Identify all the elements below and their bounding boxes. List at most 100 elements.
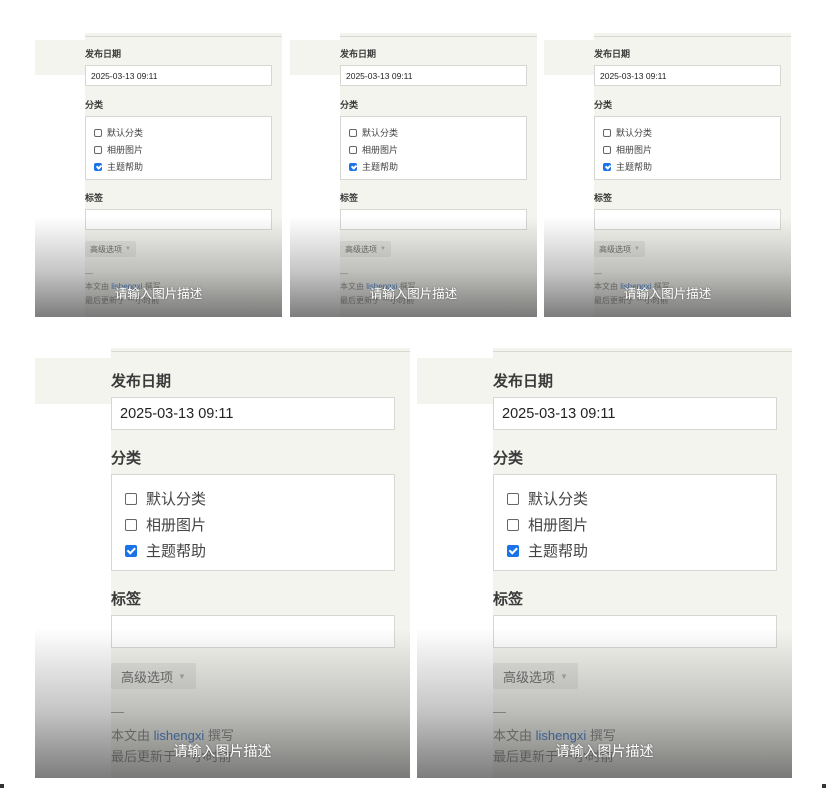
checkbox-unchecked-icon[interactable] <box>603 145 611 154</box>
category-item-label: 主题帮助 <box>107 162 144 172</box>
advanced-options-label: 高级选项 <box>345 244 377 254</box>
checkbox-checked-icon[interactable] <box>603 162 611 171</box>
top-tab-line <box>85 33 282 37</box>
tags-input[interactable] <box>594 209 781 230</box>
publish-date-input[interactable]: 2025-03-13 09:11 <box>594 65 781 86</box>
category-label: 分类 <box>594 100 613 110</box>
category-item-default[interactable]: 默认分类 <box>603 126 652 139</box>
left-gutter <box>417 348 493 778</box>
advanced-options-button[interactable]: 高级选项 ▼ <box>340 241 391 257</box>
advanced-options-button[interactable]: 高级选项 ▼ <box>594 241 645 257</box>
left-gutter-notch <box>35 40 85 75</box>
category-label: 分类 <box>340 100 359 110</box>
tags-input[interactable] <box>493 615 777 648</box>
checkbox-checked-icon[interactable] <box>349 162 357 171</box>
category-list: 默认分类 相册图片 主题帮助 <box>493 474 777 571</box>
left-gutter <box>35 33 85 317</box>
publish-date-label: 发布日期 <box>340 49 377 59</box>
category-item-theme-help[interactable]: 主题帮助 <box>349 160 398 173</box>
corner-mark <box>822 784 826 788</box>
checkbox-unchecked-icon[interactable] <box>349 128 357 137</box>
tags-label: 标签 <box>85 193 104 203</box>
category-list: 默认分类 相册图片 主题帮助 <box>111 474 395 571</box>
tags-input[interactable] <box>85 209 272 230</box>
category-item-album[interactable]: 相册图片 <box>94 143 143 156</box>
publish-date-input[interactable]: 2025-03-13 09:11 <box>493 397 777 430</box>
tags-input[interactable] <box>111 615 395 648</box>
checkbox-checked-icon[interactable] <box>125 544 137 557</box>
caret-down-icon: ▼ <box>178 671 186 681</box>
publish-date-input[interactable]: 2025-03-13 09:11 <box>85 65 272 86</box>
tags-label: 标签 <box>111 591 142 608</box>
category-item-default[interactable]: 默认分类 <box>94 126 143 139</box>
category-item-theme-help[interactable]: 主题帮助 <box>125 540 206 561</box>
advanced-options-label: 高级选项 <box>599 244 631 254</box>
divider: — <box>594 269 602 278</box>
checkbox-unchecked-icon[interactable] <box>94 145 102 154</box>
screenshot-tile-2: 发布日期 2025-03-13 09:11 分类 默认分类 相册图片 主题帮助 <box>290 33 537 317</box>
category-item-theme-help[interactable]: 主题帮助 <box>603 160 652 173</box>
advanced-options-label: 高级选项 <box>121 669 174 685</box>
left-gutter-notch <box>417 358 493 404</box>
image-caption[interactable]: 请输入图片描述 <box>417 741 792 761</box>
category-label: 分类 <box>85 100 104 110</box>
top-tab-line <box>340 33 537 37</box>
category-list: 默认分类 相册图片 主题帮助 <box>594 116 781 180</box>
screenshot-tile-1: 发布日期 2025-03-13 09:11 分类 默认分类 相册图片 主题帮助 <box>35 33 282 317</box>
advanced-options-button[interactable]: 高级选项 ▼ <box>85 241 136 257</box>
publish-date-value: 2025-03-13 09:11 <box>502 405 616 422</box>
category-item-label: 相册图片 <box>107 145 144 155</box>
tags-label: 标签 <box>594 193 613 203</box>
image-caption[interactable]: 请输入图片描述 <box>35 283 282 302</box>
category-item-label: 相册图片 <box>146 517 207 534</box>
checkbox-unchecked-icon[interactable] <box>507 518 519 531</box>
category-item-album[interactable]: 相册图片 <box>507 514 588 535</box>
checkbox-unchecked-icon[interactable] <box>603 128 611 137</box>
publish-date-label: 发布日期 <box>594 49 631 59</box>
publish-date-value: 2025-03-13 09:11 <box>120 405 234 422</box>
image-caption[interactable]: 请输入图片描述 <box>35 741 410 761</box>
category-item-default[interactable]: 默认分类 <box>125 488 206 509</box>
publish-date-input[interactable]: 2025-03-13 09:11 <box>340 65 527 86</box>
checkbox-checked-icon[interactable] <box>94 162 102 171</box>
category-label: 分类 <box>111 450 142 467</box>
corner-mark <box>0 784 4 788</box>
tags-label: 标签 <box>493 591 524 608</box>
tags-input[interactable] <box>340 209 527 230</box>
category-item-theme-help[interactable]: 主题帮助 <box>94 160 143 173</box>
left-gutter-notch <box>544 40 594 75</box>
left-gutter-notch <box>35 358 111 404</box>
caret-down-icon: ▼ <box>560 671 568 681</box>
category-item-label: 主题帮助 <box>146 543 207 560</box>
checkbox-checked-icon[interactable] <box>507 544 519 557</box>
category-item-label: 主题帮助 <box>362 162 399 172</box>
image-caption[interactable]: 请输入图片描述 <box>544 283 791 302</box>
category-item-label: 默认分类 <box>107 128 144 138</box>
category-item-default[interactable]: 默认分类 <box>349 126 398 139</box>
checkbox-unchecked-icon[interactable] <box>94 128 102 137</box>
screenshot-tile-5: 发布日期 2025-03-13 09:11 分类 默认分类 相册图片 主题帮助 <box>417 348 792 778</box>
checkbox-unchecked-icon[interactable] <box>125 518 137 531</box>
checkbox-unchecked-icon[interactable] <box>507 492 519 505</box>
publish-date-input[interactable]: 2025-03-13 09:11 <box>111 397 395 430</box>
checkbox-unchecked-icon[interactable] <box>349 145 357 154</box>
divider: — <box>493 704 506 719</box>
top-tab-line <box>594 33 791 37</box>
checkbox-unchecked-icon[interactable] <box>125 492 137 505</box>
image-caption[interactable]: 请输入图片描述 <box>290 283 537 302</box>
category-item-album[interactable]: 相册图片 <box>349 143 398 156</box>
divider: — <box>85 269 93 278</box>
category-item-album[interactable]: 相册图片 <box>125 514 206 535</box>
publish-date-label: 发布日期 <box>85 49 122 59</box>
advanced-options-button[interactable]: 高级选项 ▼ <box>493 663 578 689</box>
category-item-label: 默认分类 <box>616 128 653 138</box>
category-list: 默认分类 相册图片 主题帮助 <box>340 116 527 180</box>
category-item-album[interactable]: 相册图片 <box>603 143 652 156</box>
publish-date-value: 2025-03-13 09:11 <box>600 70 667 81</box>
category-item-theme-help[interactable]: 主题帮助 <box>507 540 588 561</box>
publish-date-label: 发布日期 <box>111 373 172 390</box>
category-item-label: 主题帮助 <box>616 162 653 172</box>
category-item-default[interactable]: 默认分类 <box>507 488 588 509</box>
advanced-options-button[interactable]: 高级选项 ▼ <box>111 663 196 689</box>
advanced-options-label: 高级选项 <box>90 244 122 254</box>
